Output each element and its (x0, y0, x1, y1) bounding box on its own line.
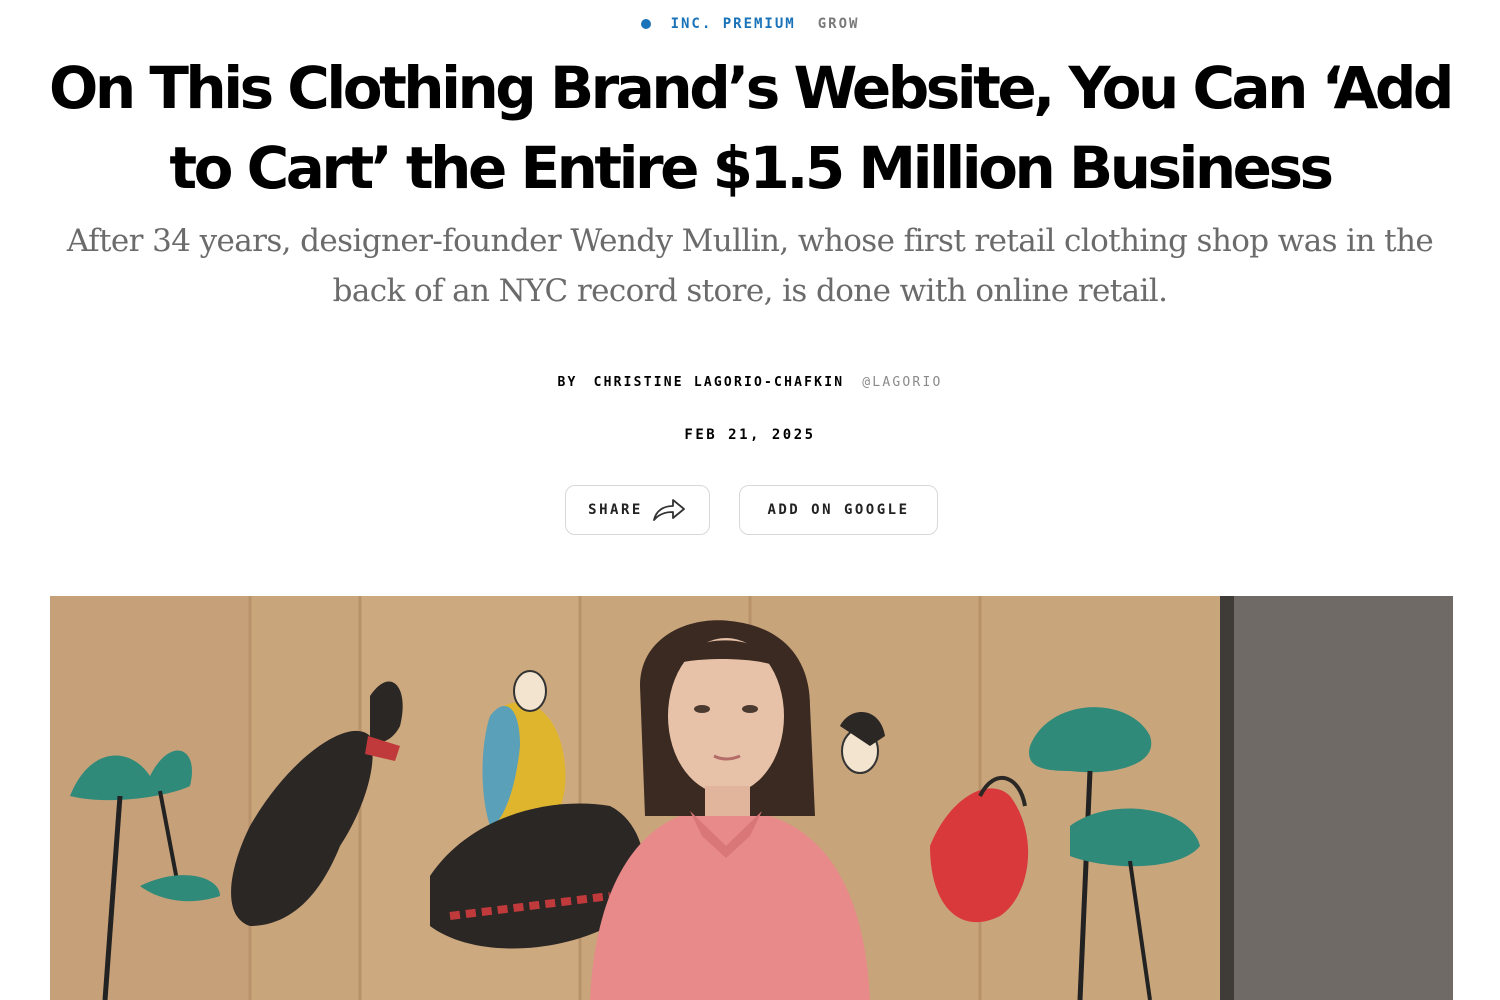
share-label: SHARE (588, 502, 643, 518)
author-handle[interactable]: @LAGORIO (862, 375, 942, 390)
article-kicker: INC. PREMIUM GROW (0, 14, 1500, 34)
article-headline: On This Clothing Brand’s Website, You Ca… (40, 48, 1460, 208)
publish-date: FEB 21, 2025 (684, 427, 816, 443)
byline-prefix: BY (557, 375, 578, 390)
headline-line-1: On This Clothing Brand’s Website, You Ca… (49, 54, 1454, 122)
hero-image (50, 596, 1453, 1000)
add-on-google-label: ADD ON GOOGLE (767, 502, 910, 518)
byline: BY CHRISTINE LAGORIO-CHAFKIN @LAGORIO (0, 372, 1500, 394)
premium-label[interactable]: INC. PREMIUM (671, 14, 796, 34)
article-dek: After 34 years, designer-founder Wendy M… (66, 223, 1434, 309)
hero-photo (50, 596, 1453, 1000)
section-label[interactable]: GROW (818, 14, 860, 34)
add-on-google-button[interactable]: ADD ON GOOGLE (739, 485, 938, 535)
premium-dot-icon (640, 19, 651, 29)
share-arrow-icon (652, 499, 685, 521)
share-button[interactable]: SHARE (565, 485, 710, 535)
author-name[interactable]: CHRISTINE LAGORIO-CHAFKIN (594, 375, 845, 390)
headline-line-2: to Cart’ the Entire $1.5 Million Busines… (169, 134, 1334, 202)
